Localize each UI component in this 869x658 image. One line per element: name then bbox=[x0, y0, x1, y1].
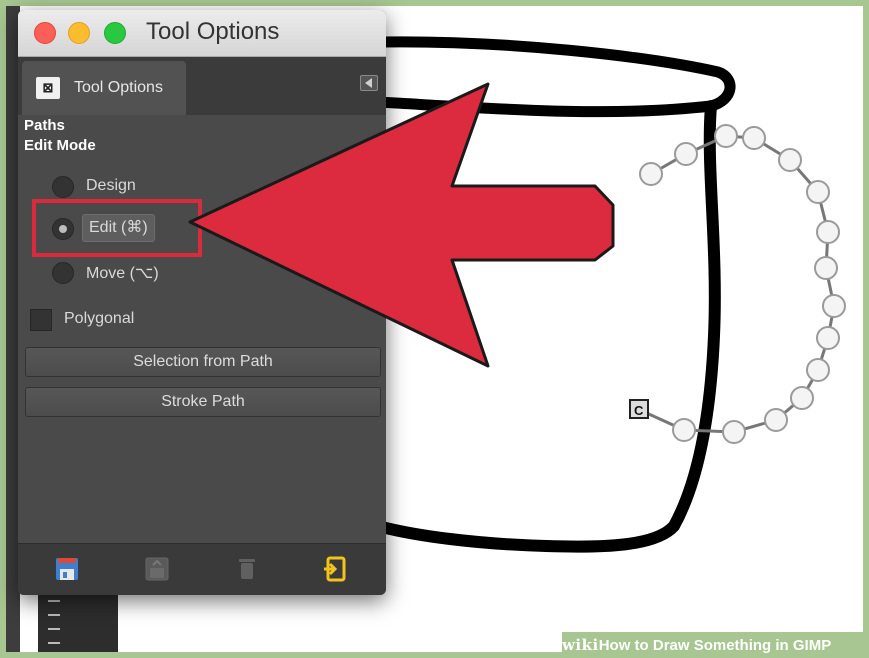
watermark-title: How to Draw Something in GIMP bbox=[598, 637, 832, 654]
red-arrow-icon bbox=[188, 82, 615, 368]
watermark-brand: wiki bbox=[562, 636, 599, 654]
wikihow-watermark: wikiHow to Draw Something in GIMP bbox=[562, 632, 869, 658]
annotation-arrow bbox=[188, 82, 615, 368]
